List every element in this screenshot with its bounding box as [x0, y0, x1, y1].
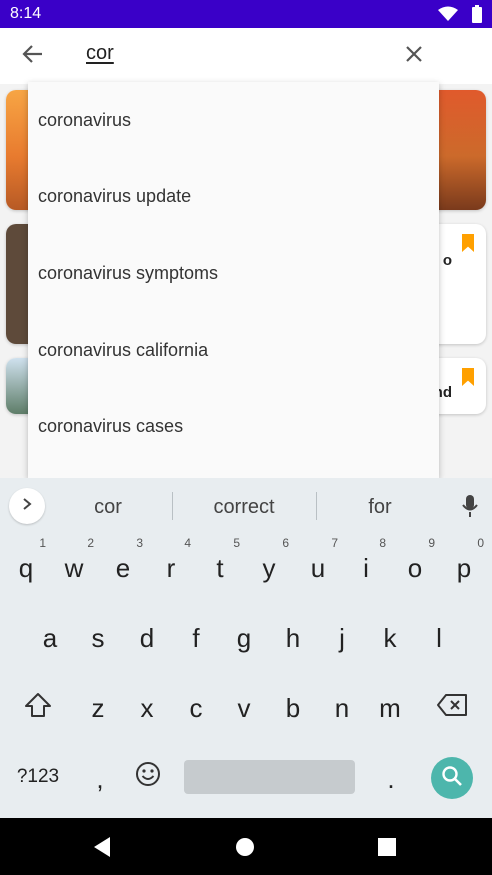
suggestion-item[interactable]: coronavirus update [28, 159, 439, 236]
key-h[interactable]: h [271, 610, 315, 666]
key-c[interactable]: c [174, 680, 218, 736]
key-v[interactable]: v [222, 680, 266, 736]
key-d[interactable]: d [125, 610, 169, 666]
key-y[interactable]: y6 [247, 536, 291, 596]
back-triangle-icon[interactable] [91, 836, 113, 858]
backspace-key[interactable] [430, 680, 474, 736]
period-key[interactable]: . [369, 751, 413, 807]
bookmark-icon[interactable] [462, 234, 474, 252]
key-l[interactable]: l [417, 610, 461, 666]
emoji-icon [135, 761, 161, 794]
expand-icon [22, 497, 32, 516]
search-key[interactable] [431, 757, 473, 799]
key-z[interactable]: z [76, 680, 120, 736]
arrow-back-icon [21, 44, 43, 69]
mic-icon[interactable] [462, 494, 478, 523]
divider [316, 492, 317, 520]
suggestion-item[interactable]: coronavirus california [28, 312, 439, 389]
card-image [438, 90, 486, 210]
key-f[interactable]: f [174, 610, 218, 666]
shift-key[interactable] [16, 680, 60, 736]
close-icon [405, 45, 423, 68]
divider [172, 492, 173, 520]
key-n[interactable]: n [320, 680, 364, 736]
key-o[interactable]: o9 [393, 536, 437, 596]
search-bar: cor [0, 28, 492, 85]
back-button[interactable] [16, 40, 48, 72]
keyboard: cor correct for q1 w2 e3 r4 t5 y6 u7 i8 … [0, 478, 492, 818]
status-bar: 8:14 [0, 0, 492, 28]
expand-button[interactable] [9, 488, 45, 524]
key-i[interactable]: i8 [344, 536, 388, 596]
shift-icon [24, 692, 52, 725]
wifi-icon [438, 6, 458, 27]
battery-icon [472, 5, 482, 28]
keyboard-suggestion[interactable]: cor [48, 496, 168, 519]
key-x[interactable]: x [125, 680, 169, 736]
keyboard-suggestion-strip: cor correct for [0, 478, 492, 534]
card-title-fragment: o [442, 252, 452, 269]
status-icons [438, 5, 482, 28]
key-e[interactable]: e3 [101, 536, 145, 596]
symbols-key[interactable]: ?123 [8, 749, 68, 805]
keyboard-suggestion[interactable]: for [320, 496, 440, 519]
bookmark-icon[interactable] [462, 368, 474, 386]
search-suggestions: coronavirus coronavirus update coronavir… [28, 82, 439, 478]
key-w[interactable]: w2 [52, 536, 96, 596]
keyboard-suggestion[interactable]: correct [184, 496, 304, 519]
suggestion-item[interactable]: coronavirus cases [28, 388, 439, 465]
navigation-bar [0, 818, 492, 875]
key-p[interactable]: p0 [442, 536, 486, 596]
key-a[interactable]: a [28, 610, 72, 666]
key-q[interactable]: q1 [4, 536, 48, 596]
suggestion-item[interactable]: coronavirus [28, 82, 439, 159]
recents-square-icon[interactable] [376, 836, 398, 858]
key-j[interactable]: j [320, 610, 364, 666]
clear-button[interactable] [398, 40, 430, 72]
home-circle-icon[interactable] [234, 836, 256, 858]
key-r[interactable]: r4 [149, 536, 193, 596]
spacebar[interactable] [184, 760, 355, 794]
backspace-icon [436, 693, 468, 724]
key-u[interactable]: u7 [296, 536, 340, 596]
comma-key[interactable]: , [78, 751, 122, 807]
key-m[interactable]: m [368, 680, 412, 736]
key-b[interactable]: b [271, 680, 315, 736]
emoji-key[interactable] [126, 749, 170, 805]
search-icon [441, 765, 463, 792]
key-g[interactable]: g [222, 610, 266, 666]
suggestion-item[interactable]: coronavirus symptoms [28, 235, 439, 312]
key-s[interactable]: s [76, 610, 120, 666]
key-t[interactable]: t5 [198, 536, 242, 596]
key-k[interactable]: k [368, 610, 412, 666]
status-time: 8:14 [10, 5, 42, 22]
search-input[interactable]: cor [86, 42, 114, 65]
